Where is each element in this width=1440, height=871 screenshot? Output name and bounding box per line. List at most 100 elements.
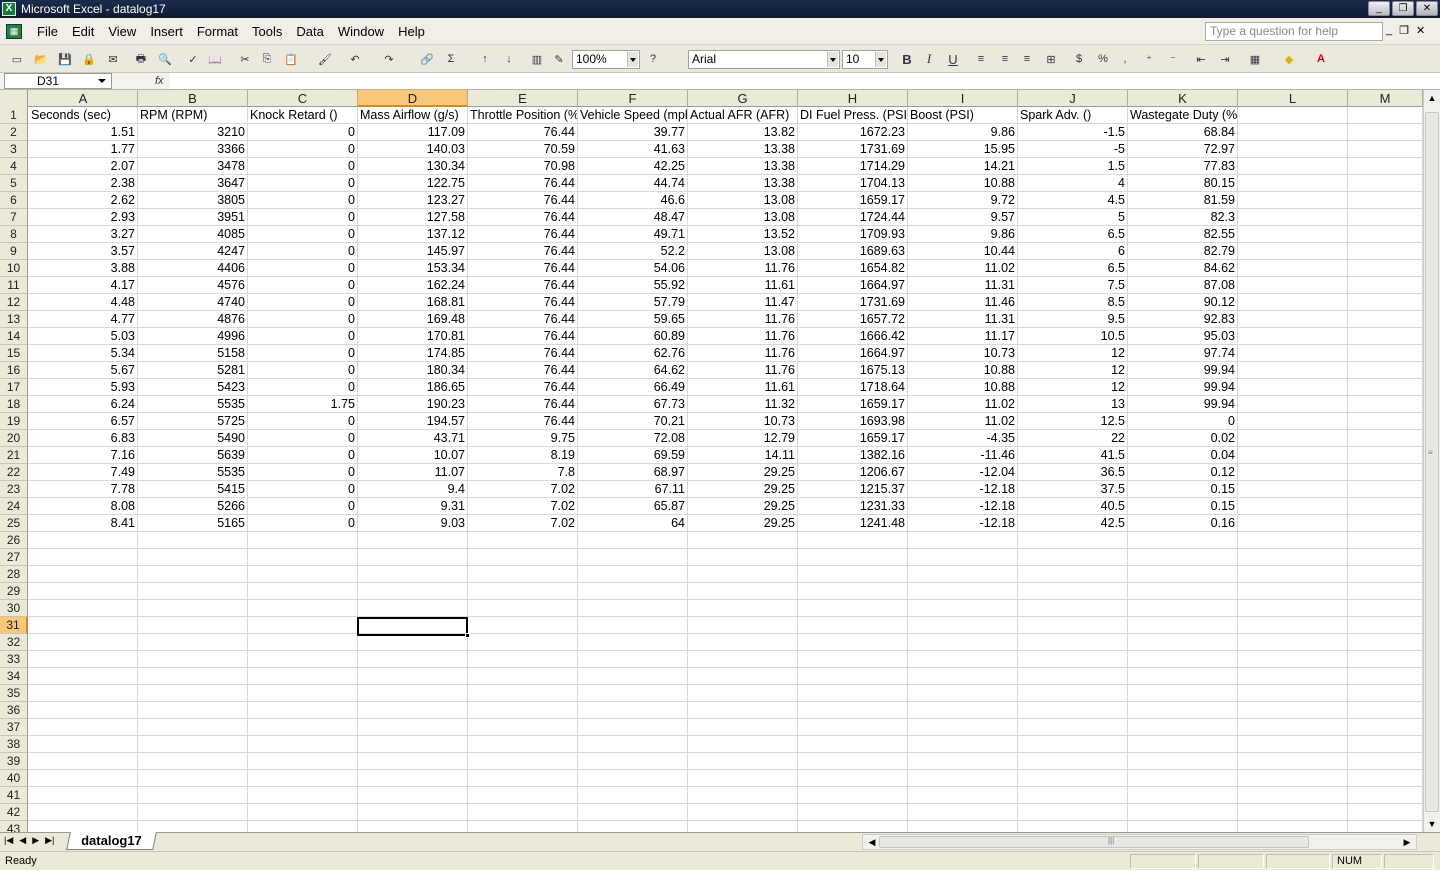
menu-view[interactable]: View (101, 18, 143, 45)
cell[interactable]: 1659.17 (798, 192, 908, 209)
cell[interactable] (1238, 464, 1348, 481)
cell[interactable]: 11.61 (688, 277, 798, 294)
cell[interactable] (1238, 685, 1348, 702)
cell[interactable] (1018, 787, 1128, 804)
cell[interactable] (1348, 583, 1423, 600)
cell[interactable]: 70.59 (468, 141, 578, 158)
cell[interactable] (1238, 532, 1348, 549)
cell[interactable] (1238, 243, 1348, 260)
cell[interactable]: 13.38 (688, 175, 798, 192)
cell[interactable]: Vehicle Speed (mph) (578, 107, 688, 124)
cell[interactable]: 99.94 (1128, 362, 1238, 379)
align-left-icon[interactable]: ≡ (972, 50, 990, 68)
cell[interactable]: 11.31 (908, 311, 1018, 328)
cell[interactable] (358, 532, 468, 549)
cell[interactable]: 9.5 (1018, 311, 1128, 328)
cell[interactable] (1348, 345, 1423, 362)
cell[interactable] (1238, 311, 1348, 328)
cell[interactable] (688, 566, 798, 583)
row-header[interactable]: 16 (0, 362, 28, 379)
insert-function-icon[interactable]: fx (155, 73, 164, 89)
menu-data[interactable]: Data (289, 18, 330, 45)
cell[interactable]: 80.15 (1128, 175, 1238, 192)
row-header[interactable]: 23 (0, 481, 28, 498)
cell[interactable] (578, 617, 688, 634)
cell[interactable]: 0 (248, 413, 358, 430)
cell[interactable]: 9.31 (358, 498, 468, 515)
cell[interactable]: 13.38 (688, 158, 798, 175)
cell[interactable] (578, 532, 688, 549)
cell[interactable]: 0 (248, 481, 358, 498)
increase-indent-icon[interactable]: ⇥ (1216, 50, 1234, 68)
cell[interactable] (1018, 668, 1128, 685)
cell[interactable] (1238, 430, 1348, 447)
cell[interactable]: 99.94 (1128, 379, 1238, 396)
cell[interactable]: 55.92 (578, 277, 688, 294)
cell[interactable]: 7.49 (29, 464, 138, 481)
cell[interactable] (798, 617, 908, 634)
menu-insert[interactable]: Insert (143, 18, 190, 45)
row-header[interactable]: 41 (0, 787, 28, 804)
cell[interactable]: 5415 (138, 481, 248, 498)
cell[interactable] (468, 702, 578, 719)
cell[interactable] (1348, 430, 1423, 447)
cell[interactable] (248, 804, 358, 821)
cell[interactable] (468, 753, 578, 770)
cell[interactable] (1128, 702, 1238, 719)
cell[interactable] (1128, 770, 1238, 787)
cell[interactable] (1128, 617, 1238, 634)
cell[interactable] (578, 549, 688, 566)
cell[interactable] (1348, 634, 1423, 651)
cell[interactable]: 5535 (138, 396, 248, 413)
cell[interactable]: -12.18 (908, 498, 1018, 515)
cell[interactable]: 22 (1018, 430, 1128, 447)
cell[interactable] (1348, 362, 1423, 379)
cell[interactable]: 29.25 (688, 481, 798, 498)
vertical-scroll-thumb[interactable] (1425, 112, 1439, 812)
cell[interactable]: 36.5 (1018, 464, 1128, 481)
menu-file[interactable]: File (30, 18, 65, 45)
cell[interactable] (908, 736, 1018, 753)
row-header[interactable]: 5 (0, 175, 28, 192)
cell[interactable]: 4247 (138, 243, 248, 260)
cell[interactable]: 29.25 (688, 515, 798, 532)
cell[interactable] (688, 583, 798, 600)
cell[interactable]: 10.73 (908, 345, 1018, 362)
cell[interactable] (358, 736, 468, 753)
cell[interactable] (468, 787, 578, 804)
cell[interactable]: 10.88 (908, 362, 1018, 379)
doc-restore-icon[interactable]: ❐ (1399, 24, 1409, 37)
cell[interactable] (1018, 566, 1128, 583)
cell[interactable]: 0 (248, 345, 358, 362)
cell[interactable]: 5.03 (29, 328, 138, 345)
cell[interactable] (688, 770, 798, 787)
cell[interactable]: 1672.23 (798, 124, 908, 141)
cell[interactable] (248, 617, 358, 634)
cell[interactable] (358, 549, 468, 566)
menu-edit[interactable]: Edit (65, 18, 101, 45)
menu-tools[interactable]: Tools (245, 18, 289, 45)
cell[interactable]: 122.75 (358, 175, 468, 192)
cell[interactable] (29, 753, 138, 770)
cell[interactable]: 13.08 (688, 192, 798, 209)
cell[interactable] (1348, 498, 1423, 515)
cell[interactable]: 12 (1018, 362, 1128, 379)
scroll-down-icon[interactable]: ▼ (1424, 816, 1440, 832)
cell[interactable] (1348, 379, 1423, 396)
increase-decimal-icon[interactable]: ⁺ (1140, 50, 1158, 68)
cell[interactable]: 68.84 (1128, 124, 1238, 141)
cell[interactable] (248, 634, 358, 651)
row-header[interactable]: 15 (0, 345, 28, 362)
column-header-c[interactable]: C (248, 90, 358, 107)
cell[interactable] (908, 600, 1018, 617)
cell[interactable]: 0 (248, 379, 358, 396)
cell[interactable]: 1241.48 (798, 515, 908, 532)
row-header[interactable]: 21 (0, 447, 28, 464)
cell[interactable] (688, 685, 798, 702)
cell[interactable]: 5.93 (29, 379, 138, 396)
cell[interactable]: 1709.93 (798, 226, 908, 243)
cell[interactable] (248, 685, 358, 702)
column-header-l[interactable]: L (1238, 90, 1348, 107)
cell[interactable] (1238, 226, 1348, 243)
cell[interactable] (1348, 481, 1423, 498)
